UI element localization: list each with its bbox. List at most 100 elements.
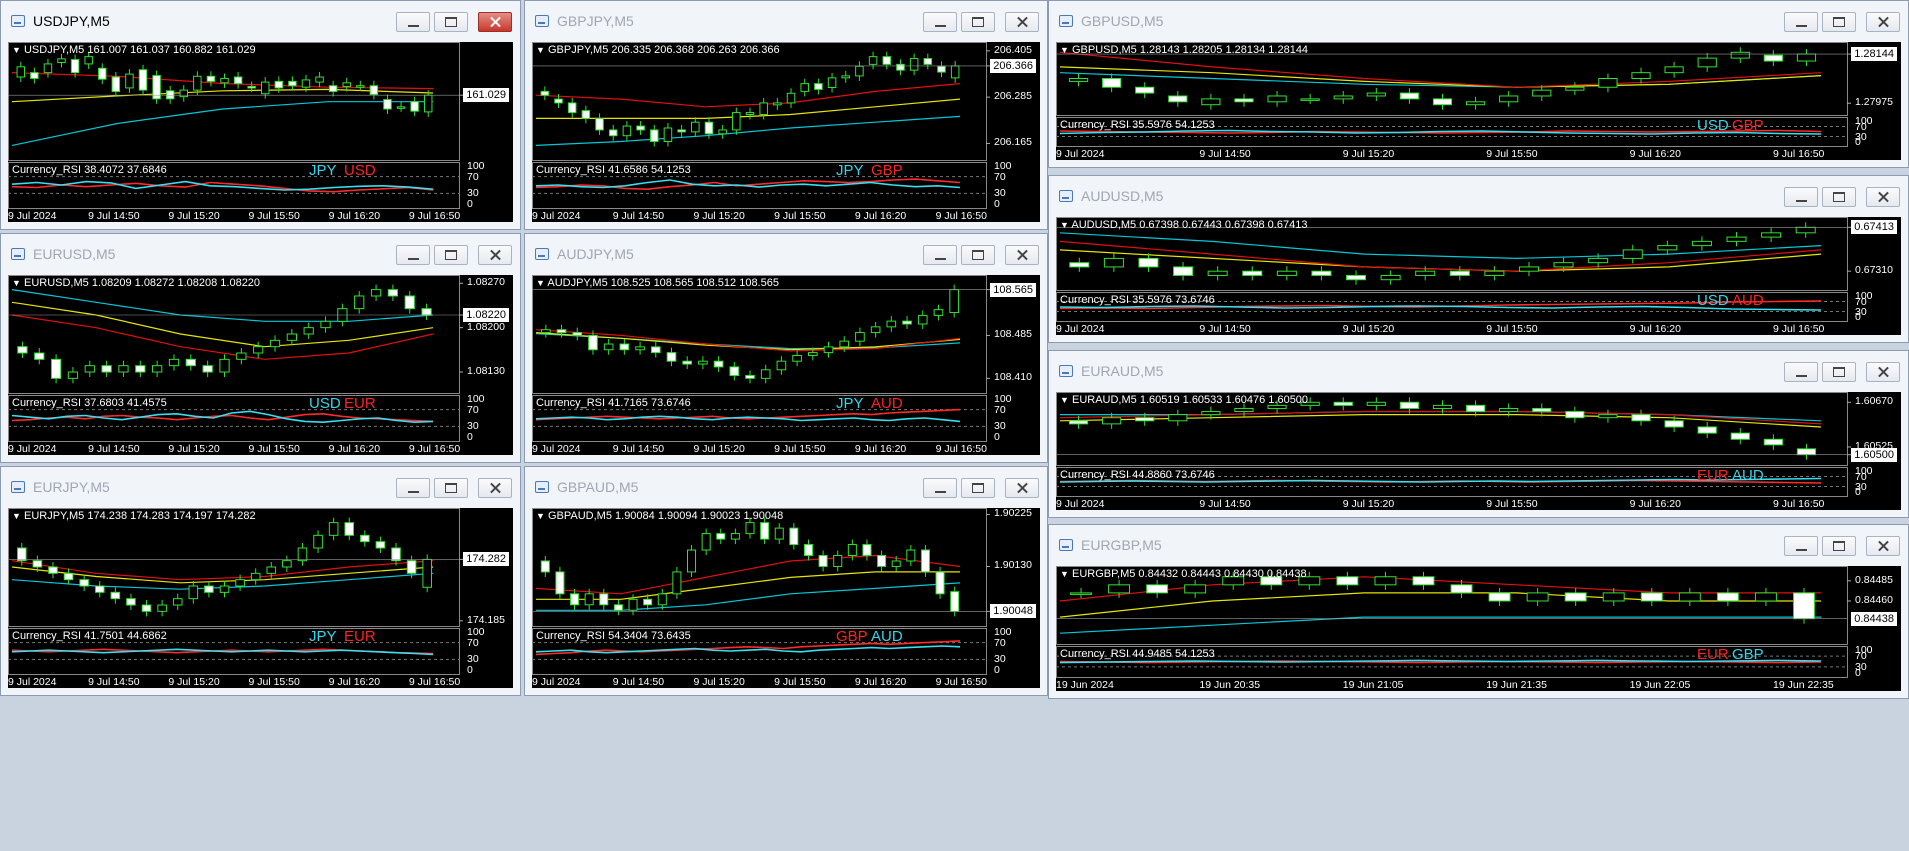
chart-window-gbpusd[interactable]: GBPUSD,M5 1.27975 1.28144 100 70 30 0 ▼ GBPUSD… [1048, 0, 1909, 168]
price-chart[interactable]: 161.029 100 70 30 0 ▼ USDJPY,M5 161.007 161.0… [8, 42, 513, 222]
candle [1657, 240, 1678, 255]
minimize-icon[interactable] [1784, 187, 1818, 207]
minimize-icon[interactable] [1784, 362, 1818, 382]
candle [862, 539, 872, 561]
window-titlebar[interactable]: GBPJPY,M5 [525, 1, 1047, 41]
window-titlebar[interactable]: AUDUSD,M5 [1049, 176, 1908, 216]
price-chart[interactable]: 1.60670 1.60525 1.60500 100 70 30 0 ▼ EURAUD,M5… [1056, 392, 1901, 510]
candle [1311, 266, 1332, 281]
close-icon[interactable] [478, 478, 512, 498]
candle [950, 586, 960, 617]
minimize-icon[interactable] [396, 245, 430, 265]
candle [1242, 266, 1263, 281]
candle [233, 72, 243, 89]
maximize-icon[interactable] [1822, 187, 1856, 207]
window-titlebar[interactable]: EURUSD,M5 [1, 234, 520, 274]
price-chart[interactable]: 206.405 206.285 206.165 206.366 100 70 30 0 ▼ GB… [532, 42, 1040, 222]
candle [540, 86, 550, 101]
minimize-icon[interactable] [396, 12, 430, 32]
candle [1598, 73, 1618, 93]
close-icon[interactable] [1005, 12, 1039, 32]
close-icon[interactable] [1866, 362, 1900, 382]
chart-window-eurusd[interactable]: EURUSD,M5 1.08270 1.08200 1.08130 1.08220 10… [0, 233, 521, 463]
candle [886, 316, 897, 332]
candle [1234, 93, 1254, 107]
close-icon[interactable] [1866, 12, 1900, 32]
window-titlebar[interactable]: USDJPY,M5 [1, 1, 520, 41]
chart-window-audusd[interactable]: AUDUSD,M5 0.67310 0.67413 100 70 30 0 ▼ AUDUSD… [1048, 175, 1909, 343]
price-chart[interactable]: 0.84485 0.84460 0.84438 100 70 30 0 ▼ EURGBP,M5… [1056, 566, 1901, 691]
close-icon[interactable] [478, 245, 512, 265]
maximize-icon[interactable] [434, 12, 468, 32]
candle [896, 59, 905, 76]
price-chart[interactable]: 174.185 174.282 100 70 30 0 ▼ EURJPY,M5 174.23… [8, 508, 513, 688]
chart-canvas [532, 275, 990, 442]
minimize-icon[interactable] [923, 12, 957, 32]
candle [1730, 47, 1750, 64]
candle [1300, 93, 1320, 104]
chart-window-eurjpy[interactable]: EURJPY,M5 174.185 174.282 100 70 30 0 ▼ EURJPY… [0, 466, 521, 696]
maximize-icon[interactable] [961, 245, 995, 265]
candle [937, 61, 946, 78]
window-titlebar[interactable]: GBPUSD,M5 [1049, 1, 1908, 41]
chart-window-gbpjpy[interactable]: GBPJPY,M5 206.405 206.285 206.165 206.366 10… [524, 0, 1048, 230]
chart-window-eurgbp[interactable]: EURGBP,M5 0.84485 0.84460 0.84438 100 70 30 0 ▼… [1048, 524, 1909, 699]
chart-window-usdjpy[interactable]: USDJPY,M5 161.029 100 70 30 0 ▼ USDJPY,M5 161… [0, 0, 521, 230]
minimize-icon[interactable] [396, 478, 430, 498]
candle [682, 356, 693, 370]
candle [383, 94, 392, 114]
chart-window-gbpaud[interactable]: GBPAUD,M5 1.90225 1.90130 1.90048 100 70 30 0 ▼… [524, 466, 1048, 696]
maximize-icon[interactable] [1822, 362, 1856, 382]
minimize-icon[interactable] [923, 245, 957, 265]
maximize-icon[interactable] [1822, 12, 1856, 32]
window-titlebar[interactable]: EURGBP,M5 [1049, 525, 1908, 565]
chart-window-audjpy[interactable]: AUDJPY,M5 108.485 108.410 108.565 100 70 30 0 ▼… [524, 233, 1048, 463]
price-chart[interactable]: 1.90225 1.90130 1.90048 100 70 30 0 ▼ GBPAUD,M5… [532, 508, 1040, 688]
close-icon[interactable] [1866, 187, 1900, 207]
window-titlebar[interactable]: EURAUD,M5 [1049, 351, 1908, 391]
candle [1640, 587, 1663, 606]
window-titlebar[interactable]: EURJPY,M5 [1, 467, 520, 507]
minimize-icon[interactable] [923, 478, 957, 498]
candle [814, 78, 823, 95]
candle [204, 581, 214, 598]
candle [303, 322, 314, 339]
candle [570, 588, 580, 610]
price-chart[interactable]: 0.67310 0.67413 100 70 30 0 ▼ AUDUSD,M5 0.6739… [1056, 217, 1901, 335]
price-chart[interactable]: 1.27975 1.28144 100 70 30 0 ▼ GBPUSD,M5 1.2814… [1056, 42, 1901, 160]
price-chart[interactable]: 1.08270 1.08200 1.08130 1.08220 100 70 30 0 ▼ EU… [8, 275, 513, 455]
ma-line-red [1059, 576, 1821, 602]
window-titlebar[interactable]: GBPAUD,M5 [525, 467, 1047, 507]
candle [950, 60, 960, 83]
candle [701, 528, 711, 556]
candle [165, 85, 175, 104]
candle [877, 550, 887, 572]
chart-window-euraud[interactable]: EURAUD,M5 1.60670 1.60525 1.60500 100 70 30 0 ▼… [1048, 350, 1909, 518]
candle [1796, 443, 1817, 460]
ma-line-cyan [1059, 72, 1822, 88]
price-chart[interactable]: 108.485 108.410 108.565 100 70 30 0 ▼ AUDJPY,M5… [532, 275, 1040, 455]
candle [16, 61, 26, 83]
close-icon[interactable] [1866, 536, 1900, 556]
candle [649, 124, 659, 147]
candle [1465, 96, 1486, 110]
maximize-icon[interactable] [961, 478, 995, 498]
candle [1207, 266, 1228, 281]
maximize-icon[interactable] [961, 12, 995, 32]
rsi-pane-frame [532, 628, 987, 675]
ma-line-red [535, 329, 961, 352]
minimize-icon[interactable] [1784, 12, 1818, 32]
candle [387, 284, 399, 301]
candle [595, 113, 604, 135]
window-titlebar[interactable]: AUDJPY,M5 [525, 234, 1047, 274]
candle [622, 121, 632, 141]
close-icon[interactable] [478, 12, 512, 32]
close-icon[interactable] [1005, 245, 1039, 265]
maximize-icon[interactable] [1822, 536, 1856, 556]
maximize-icon[interactable] [434, 478, 468, 498]
candle [1201, 93, 1221, 110]
candle [870, 321, 881, 338]
close-icon[interactable] [1005, 478, 1039, 498]
maximize-icon[interactable] [434, 245, 468, 265]
minimize-icon[interactable] [1784, 536, 1818, 556]
